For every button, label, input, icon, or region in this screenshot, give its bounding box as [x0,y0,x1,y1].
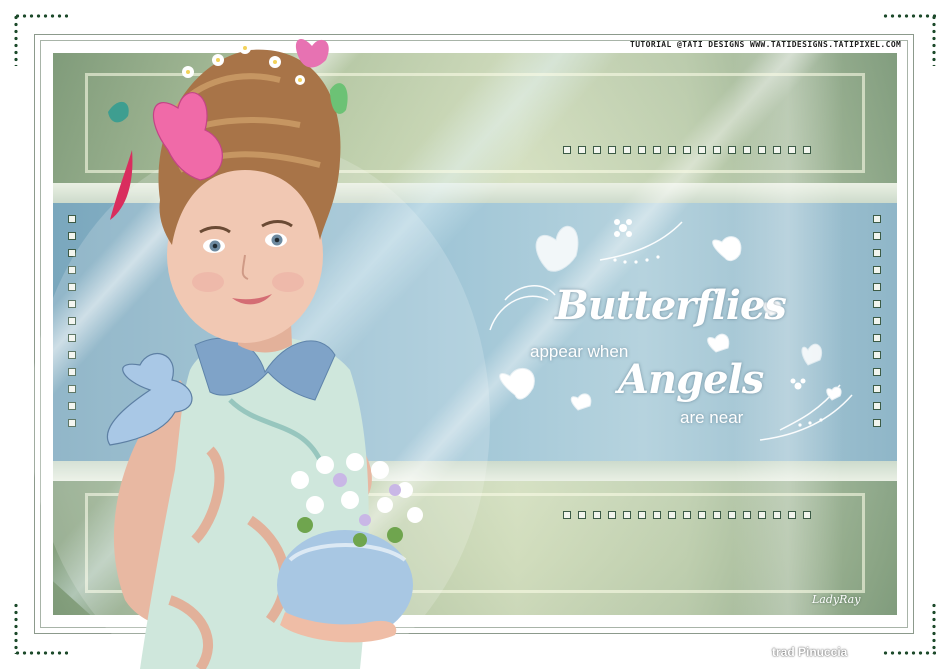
translator-credit: trad Pinuccia [772,645,848,659]
artist-signature: LadyRay [812,593,861,606]
girl-illustration [30,38,490,669]
artwork-canvas: TUTORIAL @TATI DESIGNS WWW.TATIDESIGNS.T… [0,0,950,669]
